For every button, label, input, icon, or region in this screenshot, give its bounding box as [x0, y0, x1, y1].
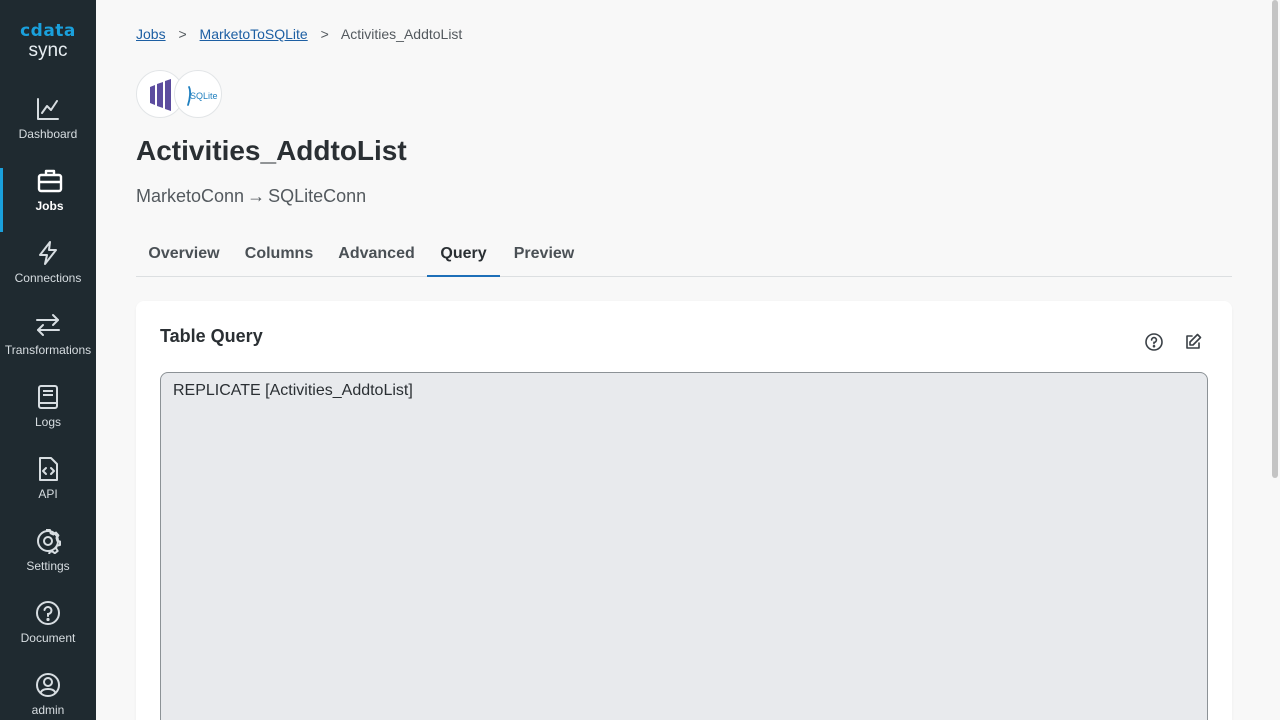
edit-query-button[interactable] [1182, 331, 1204, 353]
cdata-sync-logo[interactable]: cdata sync [0, 22, 96, 62]
sidebar-item-settings[interactable]: Settings [0, 528, 96, 592]
sidebar-item-transformations[interactable]: Transformations [0, 312, 96, 376]
job-connection-path: MarketoConn → SQLiteConn [136, 186, 366, 207]
source-connection-name: MarketoConn [136, 186, 245, 206]
edit-icon [1186, 333, 1202, 349]
sidebar-item-jobs[interactable]: Jobs [0, 168, 96, 232]
question-circle-icon [36, 601, 60, 625]
sidebar-item-api[interactable]: API [0, 456, 96, 520]
tab-overview[interactable]: Overview [136, 236, 232, 277]
chart-line-icon [37, 98, 59, 120]
sidebar-item-label: Jobs [35, 199, 64, 213]
destination-connector-badge: SQLite [174, 70, 222, 118]
sidebar-item-logs[interactable]: Logs [0, 384, 96, 448]
tab-preview[interactable]: Preview [500, 236, 588, 277]
tab-advanced[interactable]: Advanced [326, 236, 427, 277]
connector-icons: SQLite [136, 70, 226, 120]
briefcase-icon [37, 169, 62, 193]
help-button[interactable] [1143, 331, 1165, 353]
scrollbar-thumb[interactable] [1272, 0, 1278, 478]
sidebar-item-dashboard[interactable]: Dashboard [0, 96, 96, 160]
sidebar-item-label: Dashboard [18, 127, 78, 141]
sidebar: cdata sync Dashboard Jobs Connections Tr… [0, 0, 96, 720]
destination-connection-name: SQLiteConn [268, 186, 367, 206]
breadcrumb-link-job[interactable]: MarketoToSQLite [200, 26, 308, 42]
breadcrumb-link-jobs[interactable]: Jobs [136, 26, 166, 42]
card-title: Table Query [160, 326, 263, 346]
tab-columns[interactable]: Columns [232, 236, 326, 277]
sidebar-item-connections[interactable]: Connections [0, 240, 96, 304]
gear-icon [37, 529, 61, 554]
sidebar-item-label: Settings [26, 559, 70, 573]
arrow-right-icon: → [247, 186, 266, 206]
query-editor[interactable]: REPLICATE [Activities_AddtoList] [160, 372, 1208, 720]
sidebar-item-label: Transformations [4, 343, 92, 357]
swap-arrows-icon [36, 314, 60, 336]
bolt-icon [39, 241, 57, 265]
sidebar-item-label: Document [20, 631, 76, 645]
sqlite-logo-text: SQLite [190, 91, 218, 101]
breadcrumb-separator: > [178, 26, 187, 42]
main-content: Jobs > MarketoToSQLite > Activities_Addt… [96, 0, 1280, 720]
breadcrumb: Jobs > MarketoToSQLite > Activities_Addt… [136, 26, 462, 42]
book-icon [38, 385, 58, 409]
sidebar-item-label: API [38, 487, 58, 501]
code-file-icon [39, 457, 58, 481]
sidebar-item-admin[interactable]: admin [0, 672, 96, 720]
sidebar-item-label: Logs [34, 415, 62, 429]
breadcrumb-current: Activities_AddtoList [340, 26, 463, 42]
page-scrollbar[interactable] [1270, 0, 1280, 480]
sidebar-item-label: admin [31, 703, 65, 717]
sidebar-item-document[interactable]: Document [0, 600, 96, 664]
breadcrumb-separator: > [320, 26, 329, 42]
page-title: Activities_AddtoList [136, 135, 407, 166]
sqlite-logo-icon: SQLite [187, 86, 218, 106]
logo-product-name: sync [28, 40, 68, 61]
sidebar-item-label: Connections [14, 271, 82, 285]
job-tabs: Overview Columns Advanced Query Preview [136, 236, 1232, 277]
logo-wordmark: cdata [20, 21, 76, 41]
help-circle-icon [1145, 333, 1163, 351]
table-query-card: Table Query REPLICATE [Activities_AddtoL… [136, 301, 1232, 720]
user-circle-icon [36, 673, 60, 697]
tab-query[interactable]: Query [427, 236, 500, 277]
